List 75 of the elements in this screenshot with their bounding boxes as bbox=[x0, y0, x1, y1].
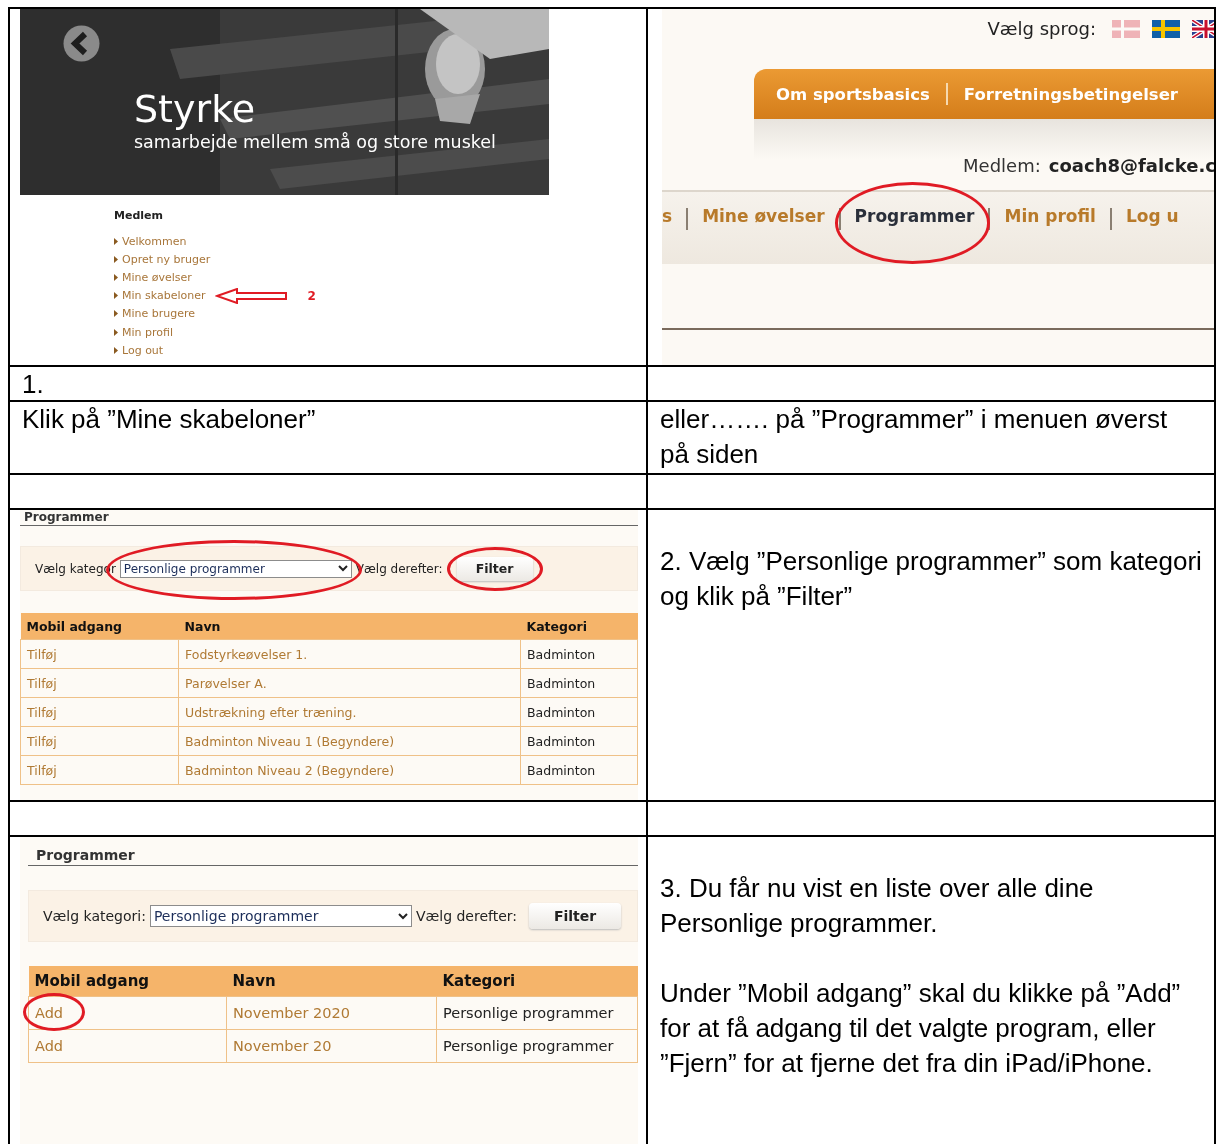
instruction-text: Klik på ”Mine skabeloner” bbox=[22, 404, 316, 434]
column-header: Navn bbox=[178, 613, 521, 640]
category-cell: Badminton bbox=[520, 668, 638, 698]
bullet-icon bbox=[114, 346, 118, 354]
instruction-text: Under ”Mobil adgang” skal du klikke på ”Add” for at få adgang til det valgte program, eller ”Fjern” for at fjerne det fra din iPad/iPhone. bbox=[660, 977, 1182, 1080]
step-number: 1. bbox=[22, 369, 44, 399]
menu-heading: Medlem bbox=[114, 209, 163, 222]
bullet-icon bbox=[114, 255, 118, 263]
column-header: Navn bbox=[226, 966, 437, 997]
nav-link[interactable]: s bbox=[662, 206, 673, 226]
nav-link[interactable]: Min profil bbox=[1004, 206, 1096, 226]
column-header: Mobil adgang bbox=[28, 966, 227, 997]
nav-link[interactable]: Mine øvelser bbox=[702, 206, 825, 226]
top-nav-link[interactable]: Om sportsbasics bbox=[776, 84, 930, 104]
category-cell: Badminton bbox=[520, 755, 638, 785]
menu-link[interactable]: Log out bbox=[122, 343, 164, 357]
bullet-icon bbox=[114, 292, 118, 300]
bullet-icon bbox=[114, 310, 118, 318]
category-cell: Badminton bbox=[520, 697, 638, 727]
program-name-link[interactable]: Badminton Niveau 1 (Begyndere) bbox=[178, 726, 521, 756]
add-link[interactable]: Add bbox=[35, 1038, 64, 1054]
column-header: Mobil adgang bbox=[20, 613, 179, 640]
program-name-link[interactable]: Fodstyrkeøvelser 1. bbox=[178, 639, 521, 669]
add-link[interactable]: Tilføj bbox=[27, 733, 57, 749]
bullet-icon bbox=[114, 273, 118, 281]
flag-icon[interactable] bbox=[1152, 19, 1180, 38]
column-header: Kategori bbox=[520, 613, 638, 640]
top-nav-link[interactable]: Forretningsbetingelser bbox=[963, 84, 1178, 104]
menu-link[interactable]: Min skabeloner bbox=[122, 289, 206, 303]
category-cell: Badminton bbox=[520, 726, 638, 756]
add-link[interactable]: Tilføj bbox=[27, 675, 57, 691]
chevron-icon bbox=[397, 912, 408, 920]
add-link[interactable]: Add bbox=[35, 1005, 64, 1021]
program-name-link[interactable]: Parøvelser A. bbox=[178, 668, 521, 698]
program-name-link[interactable]: Badminton Niveau 2 (Begyndere) bbox=[178, 755, 521, 785]
category-dropdown[interactable]: Personlige programmer bbox=[119, 559, 352, 578]
back-button[interactable] bbox=[63, 25, 100, 62]
nav-link[interactable]: Log u bbox=[1125, 206, 1179, 226]
program-name-link[interactable]: November 20 bbox=[226, 1029, 437, 1063]
bullet-icon bbox=[114, 328, 118, 336]
column-header: Kategori bbox=[436, 966, 638, 997]
category-dropdown[interactable]: Personlige programmer bbox=[149, 905, 412, 927]
menu-link[interactable]: Velkommen bbox=[122, 234, 187, 248]
add-link[interactable]: Tilføj bbox=[27, 704, 57, 720]
menu-link[interactable]: Mine brugere bbox=[122, 307, 196, 321]
instruction-text: eller……. på ”Programmer” i menuen øverst på siden bbox=[660, 404, 1168, 469]
add-link[interactable]: Tilføj bbox=[27, 646, 57, 662]
program-name-link[interactable]: Udstrækning efter træning. bbox=[178, 697, 521, 727]
member-email: coach8@falcke.c bbox=[1048, 155, 1214, 176]
annotation-number: 2 bbox=[307, 288, 316, 303]
then-label: Vælg derefter: bbox=[415, 908, 518, 924]
hero-subtitle: samarbejde mellem små og store muskel bbox=[134, 131, 496, 153]
category-cell: Personlige programmer bbox=[436, 1029, 638, 1063]
language-label: Vælg sprog: bbox=[987, 18, 1096, 39]
menu-link[interactable]: Opret ny bruger bbox=[122, 252, 211, 266]
filter-button[interactable]: Filter bbox=[456, 556, 533, 581]
member-label: Medlem: bbox=[963, 155, 1041, 176]
add-link[interactable]: Tilføj bbox=[27, 762, 57, 778]
chevron-icon bbox=[337, 565, 348, 572]
instruction-text: 2. Vælg ”Personlige programmer” som kategori og klik på ”Filter” bbox=[660, 546, 1202, 611]
bullet-icon bbox=[114, 237, 118, 245]
menu-link[interactable]: Mine øvelser bbox=[122, 270, 192, 284]
hero-title: Styrke bbox=[134, 87, 256, 131]
category-cell: Personlige programmer bbox=[436, 996, 638, 1030]
menu-link[interactable]: Min profil bbox=[122, 325, 173, 339]
program-name-link[interactable]: November 2020 bbox=[226, 996, 437, 1030]
section-heading: Programmer bbox=[20, 510, 638, 526]
instruction-text: 3. Du får nu vist en liste over alle dine Personlige programmer. bbox=[660, 872, 1095, 940]
filter-button[interactable]: Filter bbox=[529, 903, 622, 929]
section-heading: Programmer bbox=[28, 847, 638, 866]
category-cell: Badminton bbox=[520, 639, 638, 669]
nav-link[interactable]: Programmer bbox=[854, 206, 975, 226]
category-label: Vælg kategori: bbox=[43, 908, 146, 924]
flag-icon[interactable] bbox=[1192, 19, 1214, 38]
arrow-icon bbox=[215, 287, 290, 304]
